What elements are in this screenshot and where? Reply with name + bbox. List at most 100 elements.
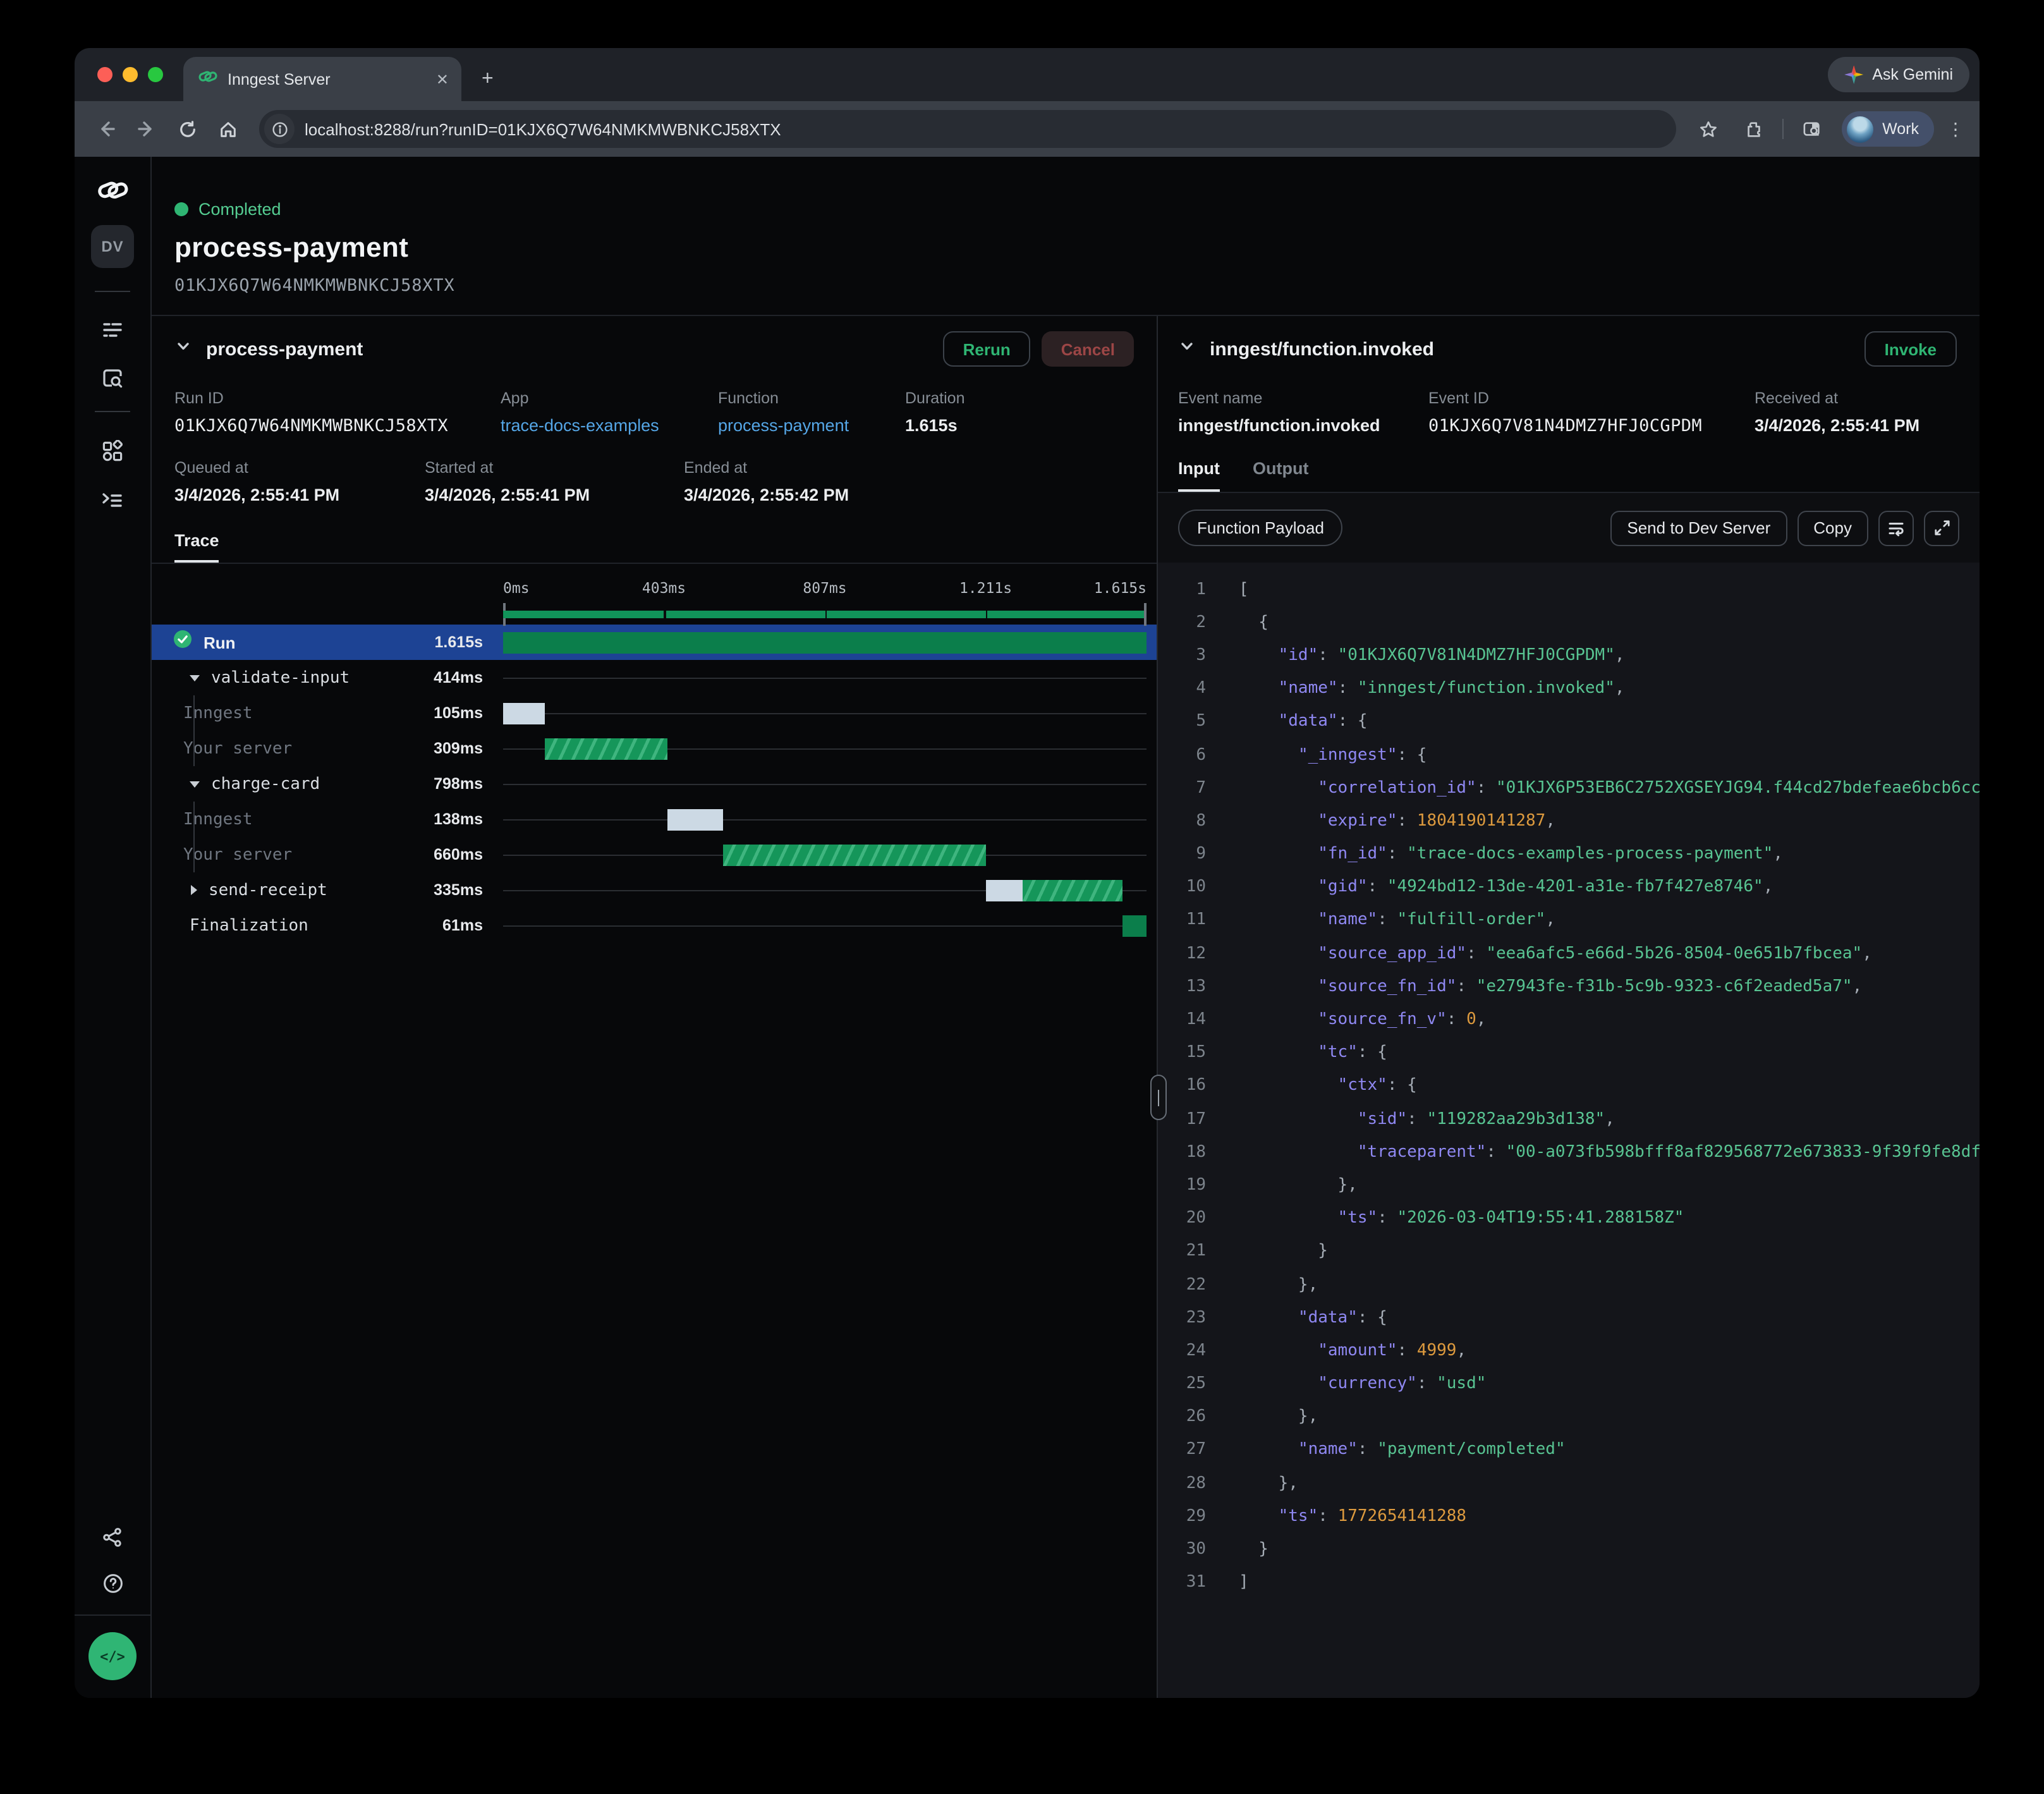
code-line: 30 } — [1158, 1533, 1980, 1566]
event-id-field: Event ID 01KJX6Q7V81N4DMZ7HFJ0CGPDM — [1428, 389, 1755, 436]
tab-close-icon[interactable]: ✕ — [436, 70, 449, 88]
line-number: 4 — [1178, 679, 1206, 698]
forward-button[interactable] — [130, 113, 163, 145]
span-name: Your server — [183, 739, 292, 758]
copy-button[interactable]: Copy — [1797, 510, 1868, 546]
trace-row-your-server[interactable]: Your server309ms — [152, 731, 1157, 766]
line-number: 17 — [1178, 1109, 1206, 1128]
payload-code-editor[interactable]: 1[2 {3 "id": "01KJX6Q7V81N4DMZ7HFJ0CGPDM… — [1158, 563, 1980, 1698]
help-icon[interactable] — [102, 1573, 123, 1594]
panel-resize-handle[interactable] — [1150, 1075, 1167, 1120]
status-dot — [174, 202, 188, 216]
span-bar-hatched[interactable] — [545, 738, 667, 759]
span-name: Your server — [183, 845, 292, 864]
apps-icon[interactable] — [101, 440, 124, 463]
chevron-down-icon[interactable] — [190, 674, 200, 681]
toolbar-divider — [1782, 119, 1784, 139]
line-number: 31 — [1178, 1573, 1206, 1592]
trace-row-charge-card[interactable]: charge-card798ms — [152, 766, 1157, 802]
row-baseline — [503, 677, 1147, 679]
trace-row-inngest[interactable]: Inngest138ms — [152, 802, 1157, 837]
ask-gemini-button[interactable]: Ask Gemini — [1828, 57, 1969, 92]
code-line: 23 "data": { — [1158, 1301, 1980, 1334]
minimize-window-button[interactable] — [123, 67, 138, 82]
main-content: Completed process-payment 01KJX6Q7W64NMK… — [152, 157, 1980, 1698]
reload-button[interactable] — [171, 113, 204, 145]
bookmark-star-icon[interactable] — [1691, 113, 1724, 145]
line-number: 6 — [1178, 745, 1206, 764]
rerun-button[interactable]: Rerun — [943, 331, 1031, 367]
address-bar[interactable]: localhost:8288/run?runID=01KJX6Q7W64NMKM… — [259, 110, 1676, 148]
profile-button[interactable]: Work — [1842, 111, 1934, 147]
tree-connector — [193, 802, 195, 837]
trace-minimap[interactable] — [503, 604, 1147, 625]
trace-waterfall: 0ms403ms807ms1.211s1.615s — [152, 564, 1157, 1698]
site-info-icon[interactable] — [264, 114, 295, 144]
app-avatar[interactable]: DV — [91, 225, 134, 268]
search-tabs-icon[interactable] — [1796, 113, 1829, 145]
close-window-button[interactable] — [97, 67, 113, 82]
browser-menu-icon[interactable]: ⋮ — [1947, 118, 1964, 140]
nav-rail: DV — [75, 157, 152, 1698]
send-to-dev-server-button[interactable]: Send to Dev Server — [1610, 510, 1787, 546]
trace-row-inngest[interactable]: Inngest105ms — [152, 695, 1157, 731]
tab-trace[interactable]: Trace — [174, 531, 219, 563]
collapse-event-chevron-icon[interactable] — [1178, 337, 1196, 361]
trace-row-your-server[interactable]: Your server660ms — [152, 837, 1157, 872]
row-baseline — [503, 783, 1147, 785]
window-controls — [97, 67, 163, 82]
zoom-window-button[interactable] — [148, 67, 163, 82]
inngest-app: DV — [75, 157, 1980, 1698]
terminal-icon[interactable] — [101, 491, 124, 510]
invoke-button[interactable]: Invoke — [1865, 331, 1957, 367]
code-line: 11 "name": "fulfill-order", — [1158, 904, 1980, 937]
run-panel: process-payment Rerun Cancel Run ID 01KJ… — [152, 316, 1158, 1698]
span-bar-queued[interactable] — [503, 702, 545, 724]
function-payload-pill[interactable]: Function Payload — [1178, 510, 1343, 546]
line-number: 5 — [1178, 712, 1206, 731]
span-bar-solid[interactable] — [1122, 915, 1147, 936]
line-number: 14 — [1178, 1010, 1206, 1029]
chevron-down-icon[interactable] — [190, 781, 200, 787]
trace-row-finalization[interactable]: Finalization61ms — [152, 908, 1157, 943]
span-bar-queued[interactable] — [986, 879, 1023, 901]
browser-tab[interactable]: Inngest Server ✕ — [183, 57, 461, 101]
trace-row-validate-input[interactable]: validate-input414ms — [152, 660, 1157, 695]
tab-output[interactable]: Output — [1253, 459, 1308, 492]
code-line: 24 "amount": 4999, — [1158, 1334, 1980, 1367]
dev-code-button[interactable]: </> — [88, 1632, 137, 1680]
event-search-icon[interactable] — [101, 368, 124, 388]
line-number: 3 — [1178, 646, 1206, 665]
share-feedback-icon[interactable] — [102, 1527, 123, 1547]
trace-rows: Run1.615svalidate-input414msInngest105ms… — [152, 625, 1157, 943]
back-button[interactable] — [90, 113, 123, 145]
word-wrap-icon[interactable] — [1878, 510, 1914, 546]
span-bar-queued[interactable] — [668, 809, 724, 830]
trace-row-run[interactable]: Run1.615s — [152, 625, 1157, 660]
panels: process-payment Rerun Cancel Run ID 01KJ… — [152, 316, 1980, 1698]
row-baseline — [503, 925, 1147, 927]
code-line: 9 "fn_id": "trace-docs-examples-process-… — [1158, 838, 1980, 870]
chevron-right-icon[interactable] — [191, 885, 197, 895]
tree-connector — [193, 731, 195, 766]
span-bar-hatched[interactable] — [723, 844, 986, 865]
trace-row-send-receipt[interactable]: send-receipt335ms — [152, 872, 1157, 908]
span-name: Finalization — [190, 916, 308, 935]
code-line: 2 { — [1158, 606, 1980, 638]
new-tab-button[interactable]: + — [482, 68, 494, 91]
span-bar-solid[interactable] — [503, 632, 1147, 653]
function-link[interactable]: process-payment — [718, 416, 905, 435]
span-duration: 414ms — [434, 669, 503, 686]
cancel-button[interactable]: Cancel — [1042, 331, 1134, 367]
inngest-logo-icon[interactable] — [97, 177, 128, 202]
extensions-icon[interactable] — [1737, 113, 1770, 145]
runs-list-icon[interactable] — [101, 320, 124, 340]
app-link[interactable]: trace-docs-examples — [501, 416, 718, 435]
tab-input[interactable]: Input — [1178, 459, 1220, 492]
received-at-field: Received at 3/4/2026, 2:55:41 PM — [1755, 389, 1980, 436]
code-line: 17 "sid": "119282aa29b3d138", — [1158, 1102, 1980, 1135]
collapse-run-chevron-icon[interactable] — [174, 337, 192, 361]
home-button[interactable] — [211, 113, 244, 145]
expand-icon[interactable] — [1924, 510, 1959, 546]
span-bar-hatched[interactable] — [1023, 879, 1122, 901]
